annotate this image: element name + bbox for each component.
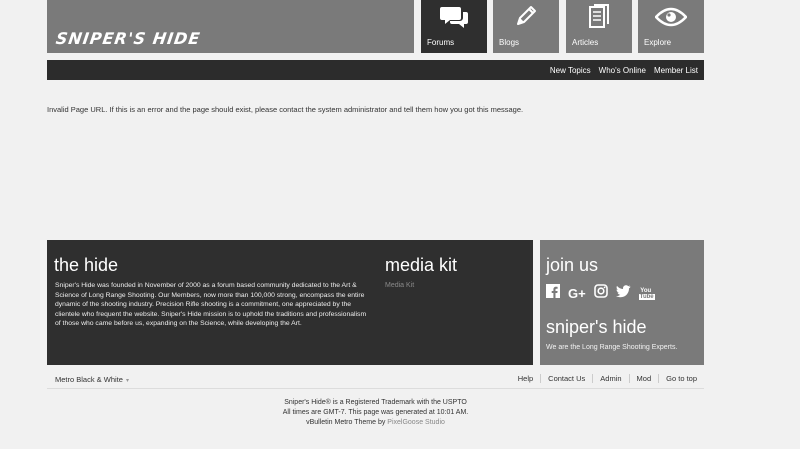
footer-link-admin[interactable]: Admin bbox=[592, 374, 628, 383]
tile-label: Explore bbox=[644, 38, 672, 47]
instagram-icon[interactable] bbox=[593, 284, 608, 303]
copyright-block: Sniper's Hide® is a Registered Trademark… bbox=[47, 398, 704, 428]
eye-icon bbox=[638, 4, 704, 30]
the-hide-heading: the hide bbox=[54, 255, 119, 275]
nav-link-member-list[interactable]: Member List bbox=[654, 66, 698, 75]
snipers-hide-heading: sniper's hide bbox=[546, 317, 647, 337]
google-plus-icon[interactable]: G+ bbox=[568, 286, 586, 301]
youtube-icon[interactable]: You Tube bbox=[638, 288, 655, 300]
tile-label: Blogs bbox=[499, 38, 520, 47]
facebook-icon[interactable] bbox=[546, 284, 560, 303]
tile-label: Forums bbox=[427, 38, 455, 47]
footer-link-contact-us[interactable]: Contact Us bbox=[540, 374, 592, 383]
footer-link-mod[interactable]: Mod bbox=[628, 374, 659, 383]
nav-tile-articles[interactable]: Articles bbox=[566, 0, 632, 53]
error-message: Invalid Page URL. If this is an error an… bbox=[47, 105, 524, 114]
pixelgoose-link[interactable]: PixelGoose Studio bbox=[387, 419, 445, 426]
document-icon bbox=[566, 4, 632, 30]
theme-name: Metro Black & White bbox=[55, 375, 123, 384]
tile-label: Articles bbox=[572, 38, 599, 47]
nav-tile-forums[interactable]: Forums bbox=[421, 0, 487, 53]
site-logo[interactable]: SNIPER'S HIDE bbox=[55, 29, 202, 48]
chevron-down-icon: ▾ bbox=[125, 378, 129, 384]
footer-bar: Metro Black & White ▾ Help Contact Us Adm… bbox=[47, 369, 704, 389]
theme-credit-line: vBulletin Metro Theme by PixelGoose Stud… bbox=[47, 418, 704, 428]
media-kit-heading: media kit bbox=[385, 255, 458, 275]
tagline: We are the Long Range Shooting Experts. bbox=[546, 344, 678, 351]
timezone-line: All times are GMT-7. This page was gener… bbox=[282, 409, 469, 416]
footer-join-panel: join us G+ You Tube sniper's hide We are … bbox=[540, 240, 704, 365]
chat-bubbles-icon bbox=[421, 4, 487, 30]
media-kit-link[interactable]: Media Kit bbox=[385, 282, 414, 289]
site-header: SNIPER'S HIDE Forums Blogs Articles Expl… bbox=[47, 0, 704, 53]
footer-about-panel: the hide Sniper's Hide was founded in No… bbox=[47, 240, 533, 365]
join-us-heading: join us bbox=[546, 255, 599, 275]
footer-link-help[interactable]: Help bbox=[511, 374, 540, 383]
trademark-line: Sniper's Hide® is a Registered Trademark… bbox=[284, 399, 467, 406]
social-links: G+ You Tube bbox=[546, 284, 655, 303]
theme-credit-prefix: vBulletin Metro Theme by bbox=[306, 419, 388, 426]
twitter-icon[interactable] bbox=[615, 284, 631, 303]
nav-tile-explore[interactable]: Explore bbox=[638, 0, 704, 53]
theme-selector[interactable]: Metro Black & White ▾ bbox=[55, 375, 129, 384]
nav-tile-blogs[interactable]: Blogs bbox=[493, 0, 559, 53]
pencil-icon bbox=[493, 4, 559, 30]
logo-banner[interactable]: SNIPER'S HIDE bbox=[47, 0, 414, 53]
footer-link-go-to-top[interactable]: Go to top bbox=[658, 374, 704, 383]
the-hide-text: Sniper's Hide was founded in November of… bbox=[55, 282, 367, 328]
nav-link-whos-online[interactable]: Who's Online bbox=[599, 66, 646, 75]
nav-link-new-topics[interactable]: New Topics bbox=[550, 66, 591, 75]
sub-navbar: New Topics Who's Online Member List bbox=[47, 60, 704, 80]
